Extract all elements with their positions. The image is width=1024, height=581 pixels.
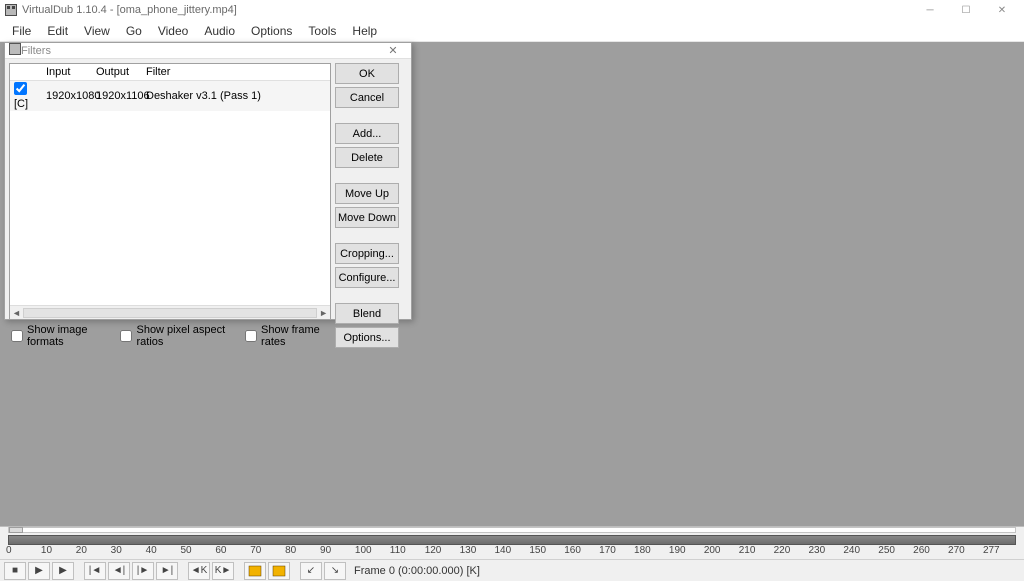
goto-end-button[interactable]: ►|	[156, 562, 178, 580]
window-title: VirtualDub 1.10.4 - [oma_phone_jittery.m…	[22, 4, 237, 16]
menu-help[interactable]: Help	[344, 22, 385, 40]
play-input-button[interactable]: ▶	[28, 562, 50, 580]
timeline-area: 0102030405060708090100110120130140150160…	[0, 526, 1024, 581]
tick-label: 80	[285, 545, 320, 556]
stop-button[interactable]: ■	[4, 562, 26, 580]
tick-label: 220	[774, 545, 809, 556]
status-text: Frame 0 (0:00:00.000) [K]	[354, 565, 480, 577]
video-workarea: Filters ✕ Input Output Filter	[0, 42, 1024, 526]
filter-row[interactable]: [C] 1920x1080 1920x1106 Deshaker v3.1 (P…	[10, 81, 330, 111]
play-output-button[interactable]: ▶	[52, 562, 74, 580]
movedown-button[interactable]: Move Down	[335, 207, 399, 228]
menu-tools[interactable]: Tools	[300, 22, 344, 40]
tick-label: 230	[808, 545, 843, 556]
close-button[interactable]: ✕	[984, 0, 1020, 20]
tick-label: 200	[704, 545, 739, 556]
cancel-button[interactable]: Cancel	[335, 87, 399, 108]
scroll-left-icon[interactable]: ◄	[12, 308, 21, 318]
menu-go[interactable]: Go	[118, 22, 150, 40]
filter-row-checkbox[interactable]	[14, 82, 27, 95]
tick-label: 210	[739, 545, 774, 556]
step-fwd-button[interactable]: |►	[132, 562, 154, 580]
timeline-ticks: 0102030405060708090100110120130140150160…	[0, 545, 1024, 559]
menu-options[interactable]: Options	[243, 22, 300, 40]
dialog-icon	[9, 43, 21, 58]
filter-list-hscroll[interactable]: ◄ ►	[10, 305, 330, 319]
filter-row-tag: [C]	[14, 98, 28, 110]
maximize-button[interactable]: ☐	[948, 0, 984, 20]
configure-button[interactable]: Configure...	[335, 267, 399, 288]
delete-button[interactable]: Delete	[335, 147, 399, 168]
dialog-title: Filters	[21, 45, 51, 57]
menu-video[interactable]: Video	[150, 22, 196, 40]
menu-file[interactable]: File	[4, 22, 39, 40]
tick-label: 277	[983, 545, 1018, 556]
tick-label: 130	[460, 545, 495, 556]
options-button[interactable]: Options...	[335, 327, 399, 348]
filter-row-input: 1920x1080	[46, 90, 96, 102]
tick-label: 20	[76, 545, 111, 556]
filter-row-output: 1920x1106	[96, 90, 146, 102]
menu-view[interactable]: View	[76, 22, 118, 40]
key-prev-button[interactable]: ◄K	[188, 562, 210, 580]
transport-toolbar: ■ ▶ ▶ |◄ ◄| |► ►| ◄K K► ↙ ↘ Frame 0 (0:0…	[0, 559, 1024, 581]
check-show-pixel-aspect[interactable]: Show pixel aspect ratios	[120, 324, 231, 348]
dialog-titlebar[interactable]: Filters ✕	[5, 43, 411, 59]
tick-label: 0	[6, 545, 41, 556]
filter-list-header: Input Output Filter	[10, 64, 330, 81]
ok-button[interactable]: OK	[335, 63, 399, 84]
tick-label: 170	[599, 545, 634, 556]
cropping-button[interactable]: Cropping...	[335, 243, 399, 264]
tick-label: 250	[878, 545, 913, 556]
filters-dialog: Filters ✕ Input Output Filter	[4, 42, 412, 320]
tick-label: 90	[320, 545, 355, 556]
mark-in-button[interactable]: ↙	[300, 562, 322, 580]
dialog-close-button[interactable]: ✕	[379, 44, 407, 57]
goto-start-button[interactable]: |◄	[84, 562, 106, 580]
mark-out-button[interactable]: ↘	[324, 562, 346, 580]
tick-label: 240	[843, 545, 878, 556]
scene-prev-button[interactable]	[244, 562, 266, 580]
scroll-right-icon[interactable]: ►	[319, 308, 328, 318]
tick-label: 30	[111, 545, 146, 556]
tick-label: 70	[250, 545, 285, 556]
window-titlebar: VirtualDub 1.10.4 - [oma_phone_jittery.m…	[0, 0, 1024, 20]
menu-edit[interactable]: Edit	[39, 22, 76, 40]
col-input: Input	[46, 66, 96, 78]
timeline-ruler[interactable]	[8, 535, 1016, 545]
tick-label: 50	[180, 545, 215, 556]
tick-label: 140	[494, 545, 529, 556]
moveup-button[interactable]: Move Up	[335, 183, 399, 204]
tick-label: 120	[425, 545, 460, 556]
tick-label: 160	[564, 545, 599, 556]
timeline-slider[interactable]	[8, 527, 1016, 533]
app-icon	[4, 3, 18, 17]
scene-next-button[interactable]	[268, 562, 290, 580]
tick-label: 150	[529, 545, 564, 556]
menu-audio[interactable]: Audio	[196, 22, 243, 40]
tick-label: 260	[913, 545, 948, 556]
tick-label: 40	[146, 545, 181, 556]
check-show-frame-rates[interactable]: Show frame rates	[245, 324, 329, 348]
tick-label: 110	[390, 545, 425, 556]
filter-row-name: Deshaker v3.1 (Pass 1)	[146, 90, 328, 102]
tick-label: 190	[669, 545, 704, 556]
check-show-image-formats[interactable]: Show image formats	[11, 324, 106, 348]
add-button[interactable]: Add...	[335, 123, 399, 144]
step-back-button[interactable]: ◄|	[108, 562, 130, 580]
minimize-button[interactable]: ─	[912, 0, 948, 20]
col-filter: Filter	[146, 66, 328, 78]
blend-button[interactable]: Blend	[335, 303, 399, 324]
key-next-button[interactable]: K►	[212, 562, 234, 580]
filter-list[interactable]: Input Output Filter [C] 1920x1080 1920x1…	[9, 63, 331, 320]
menubar: File Edit View Go Video Audio Options To…	[0, 20, 1024, 42]
col-output: Output	[96, 66, 146, 78]
tick-label: 180	[634, 545, 669, 556]
tick-label: 60	[215, 545, 250, 556]
tick-label: 10	[41, 545, 76, 556]
tick-label: 270	[948, 545, 983, 556]
tick-label: 100	[355, 545, 390, 556]
